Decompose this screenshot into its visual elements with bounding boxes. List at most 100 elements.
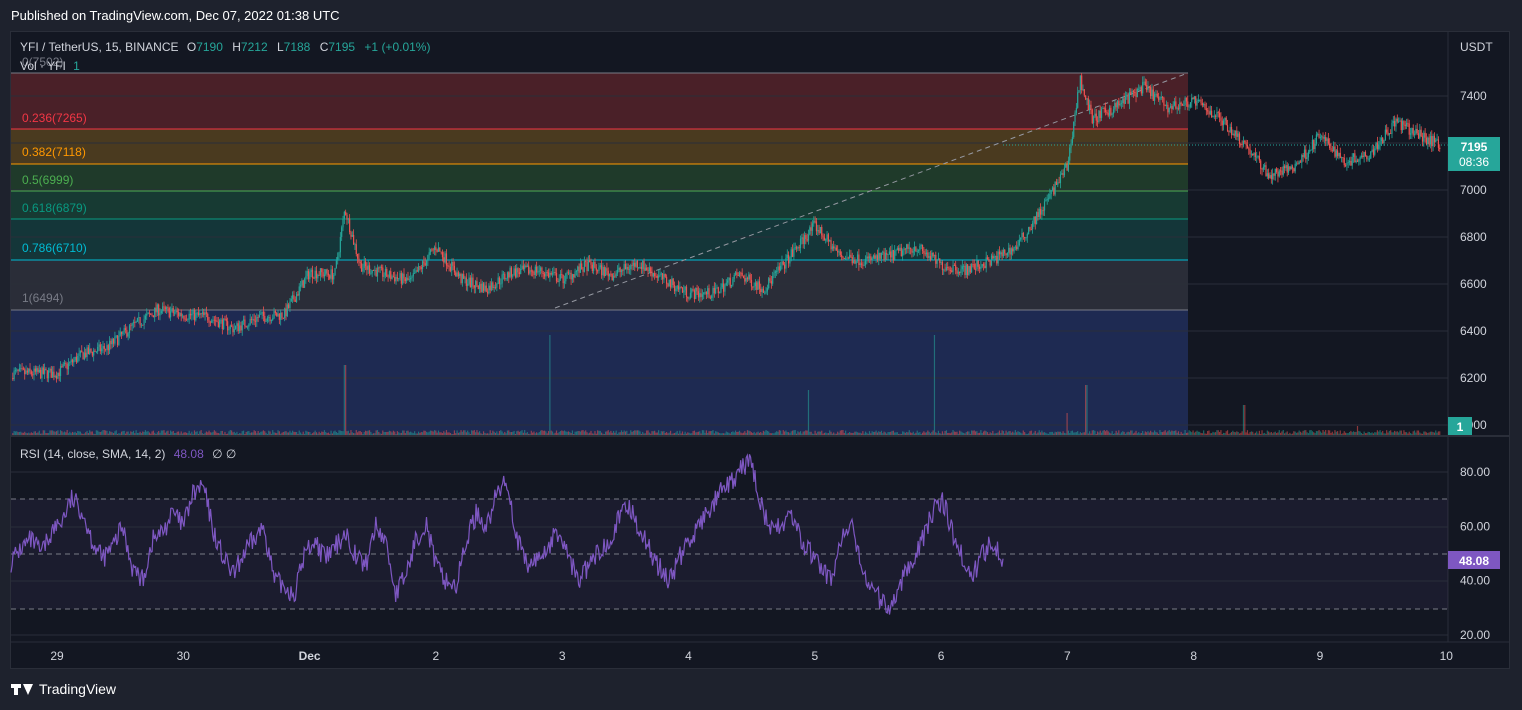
candle-body bbox=[878, 252, 880, 261]
candle-body bbox=[1079, 75, 1081, 91]
volume-bar bbox=[689, 433, 692, 435]
volume-bar bbox=[1191, 432, 1193, 435]
candle-body bbox=[30, 371, 32, 375]
volume-bar bbox=[1120, 432, 1123, 435]
volume-bar bbox=[687, 432, 689, 435]
volume-bar bbox=[203, 433, 205, 435]
volume-bar bbox=[737, 431, 739, 435]
candle-body bbox=[1240, 144, 1242, 145]
candle-body bbox=[1265, 165, 1267, 177]
volume-bar bbox=[1051, 431, 1054, 435]
candle-body bbox=[1188, 106, 1190, 108]
candle-body bbox=[850, 254, 852, 258]
volume-bar bbox=[150, 433, 152, 435]
candle-body bbox=[29, 368, 31, 372]
volume-bar bbox=[120, 431, 123, 435]
volume-bar bbox=[321, 431, 323, 435]
volume-bar bbox=[1260, 433, 1262, 435]
volume-bar bbox=[12, 433, 14, 435]
candle-body bbox=[277, 313, 279, 317]
candle-body bbox=[993, 256, 995, 259]
candle-body bbox=[1213, 115, 1215, 117]
candle-body bbox=[16, 369, 18, 371]
volume-bar bbox=[607, 430, 609, 435]
volume-bar bbox=[13, 430, 15, 435]
candle-body bbox=[53, 371, 55, 377]
candle-body bbox=[132, 322, 135, 324]
chart-canvas[interactable]: 0(7502) 0.236(7265) 0.382(7118) 0.5(6999… bbox=[0, 0, 1522, 710]
volume-bar bbox=[540, 430, 542, 435]
volume-bar bbox=[403, 430, 405, 435]
candle-body bbox=[764, 292, 766, 294]
volume-bar bbox=[223, 433, 225, 435]
rsi-tick-label: 20.00 bbox=[1460, 628, 1490, 642]
candle-body bbox=[1138, 88, 1140, 90]
volume-bar bbox=[964, 433, 966, 435]
candle-body bbox=[240, 325, 242, 331]
candle-body bbox=[1350, 160, 1352, 166]
tradingview-logo[interactable]: TradingView bbox=[11, 681, 116, 697]
volume-bar bbox=[1209, 433, 1211, 435]
candle-body bbox=[598, 267, 600, 271]
candle-body bbox=[1439, 147, 1441, 150]
candle-body bbox=[105, 349, 107, 350]
volume-bar bbox=[884, 432, 887, 435]
volume-bar bbox=[780, 430, 782, 435]
candle-body bbox=[205, 312, 208, 314]
candle-body bbox=[667, 283, 669, 287]
volume-bar bbox=[612, 430, 615, 435]
candle-body bbox=[212, 319, 214, 321]
volume-bar bbox=[513, 430, 515, 435]
candle-body bbox=[734, 272, 737, 275]
volume-bar bbox=[481, 433, 483, 435]
candle-body bbox=[1400, 120, 1402, 131]
volume-bar bbox=[944, 430, 946, 435]
volume-bar bbox=[1437, 431, 1440, 435]
volume-bar bbox=[647, 430, 649, 435]
volume-bar bbox=[1262, 433, 1264, 435]
volume-bar bbox=[1346, 433, 1348, 435]
candle-body bbox=[852, 259, 855, 264]
candle-body bbox=[199, 313, 201, 316]
volume-bar bbox=[888, 432, 890, 435]
volume-bar bbox=[508, 430, 510, 435]
volume-bar bbox=[1305, 430, 1307, 435]
candle-body bbox=[489, 285, 491, 291]
candle-body bbox=[725, 282, 727, 286]
candle-body bbox=[111, 339, 113, 345]
candle-body bbox=[464, 277, 466, 279]
volume-bar bbox=[1106, 430, 1108, 435]
candle-body bbox=[899, 247, 901, 251]
volume-bar bbox=[337, 432, 339, 435]
volume-bar bbox=[705, 430, 707, 435]
volume-bar bbox=[392, 430, 395, 435]
candle-body bbox=[1051, 187, 1054, 191]
candle-body bbox=[616, 269, 619, 274]
volume-bar bbox=[139, 431, 141, 435]
volume-bar bbox=[537, 433, 539, 435]
candle-body bbox=[1419, 129, 1421, 139]
candle-body bbox=[802, 237, 804, 244]
candle-body bbox=[1168, 107, 1170, 113]
candle-body bbox=[1191, 97, 1193, 103]
price-tick-label: 6200 bbox=[1460, 371, 1487, 385]
volume-bar bbox=[130, 431, 132, 435]
volume-bar bbox=[1196, 430, 1198, 435]
candle-body bbox=[874, 255, 876, 259]
volume-bar bbox=[1362, 433, 1364, 435]
volume-bar bbox=[699, 431, 701, 435]
candle-body bbox=[253, 319, 255, 321]
candle-body bbox=[949, 270, 951, 271]
candle-body bbox=[671, 278, 673, 288]
volume-bar bbox=[1408, 431, 1410, 435]
volume-bar bbox=[806, 430, 808, 435]
candle-body bbox=[1123, 98, 1125, 104]
volume-bar bbox=[386, 432, 388, 435]
volume-bar bbox=[1436, 432, 1438, 435]
volume-bar bbox=[368, 430, 371, 435]
candle-body bbox=[553, 272, 555, 274]
volume-bar bbox=[969, 433, 971, 435]
volume-bar bbox=[1193, 432, 1195, 435]
candle-body bbox=[587, 260, 589, 272]
time-axis[interactable]: 29 30 Dec 2 3 4 5 6 7 8 9 10 bbox=[50, 649, 1453, 663]
